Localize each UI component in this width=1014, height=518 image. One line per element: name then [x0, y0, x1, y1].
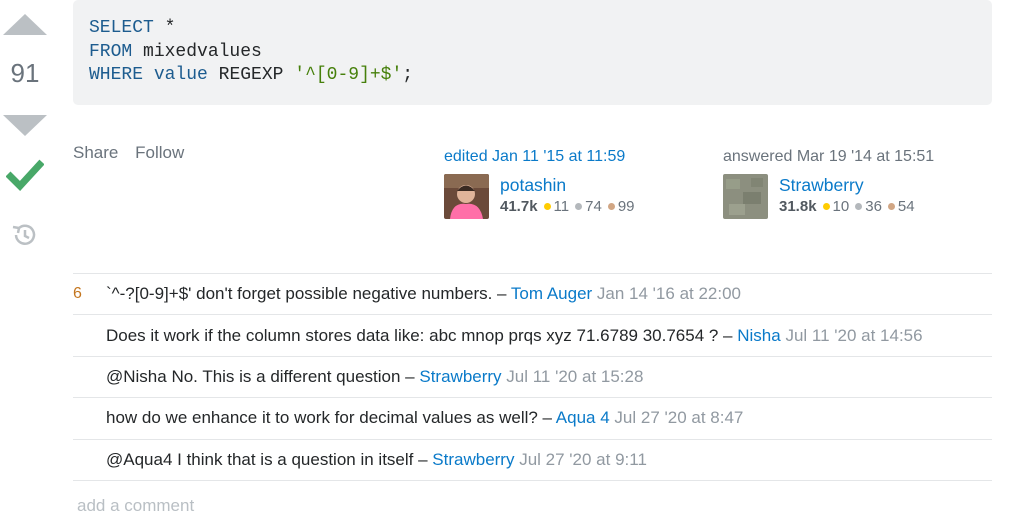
code-keyword: WHERE — [89, 65, 144, 85]
silver-badges: 74 — [575, 198, 602, 215]
author-stats: 31.8k 10 36 54 — [779, 198, 921, 215]
comment-text: @Nisha No. This is a different question … — [106, 366, 420, 386]
comment-date[interactable]: Jan 14 '16 at 22:00 — [597, 284, 741, 303]
comment: 6 `^-?[0-9]+$' don't forget possible neg… — [73, 274, 992, 316]
code-line-1: SELECT * — [89, 17, 976, 41]
comment-user-link[interactable]: Tom Auger — [511, 284, 592, 303]
silver-badges: 36 — [855, 198, 882, 215]
gold-badges: 10 — [822, 198, 850, 215]
comment-date[interactable]: Jul 11 '20 at 15:28 — [506, 367, 643, 386]
comment-text: Does it work if the column stores data l… — [106, 325, 738, 345]
silver-badge-count: 36 — [865, 198, 882, 215]
add-comment-link[interactable]: add a comment — [77, 496, 194, 516]
editor-avatar[interactable] — [444, 174, 489, 219]
edited-time-link[interactable]: edited Jan 11 '15 at 11:59 — [444, 148, 704, 170]
downvote-arrow-icon[interactable] — [3, 115, 47, 136]
comment: Does it work if the column stores data l… — [73, 315, 992, 357]
comment-text: @Aqua4 I think that is a question in its… — [106, 449, 433, 469]
gold-badges: 11 — [543, 198, 570, 215]
code-line-3: WHERE value REGEXP '^[0-9]+$'; — [89, 64, 976, 88]
follow-link[interactable]: Follow — [135, 143, 184, 162]
comment: @Aqua4 I think that is a question in its… — [73, 440, 992, 481]
code-line-2: FROM mixedvalues — [89, 41, 976, 65]
bronze-badge-icon — [607, 202, 615, 210]
code-keyword: SELECT — [89, 18, 154, 38]
reputation-score: 31.8k — [779, 198, 817, 215]
comments-list: 6 `^-?[0-9]+$' don't forget possible neg… — [73, 273, 992, 481]
editor-signature: edited Jan 11 '15 at 11:59 potashin 41.7… — [444, 148, 704, 219]
editor-username-link[interactable]: potashin — [500, 174, 641, 196]
gold-badge-icon — [543, 202, 551, 210]
comment-user-link[interactable]: Strawberry — [419, 367, 501, 386]
reputation-score: 41.7k — [500, 198, 538, 215]
comment-user-link[interactable]: Aqua 4 — [556, 408, 610, 427]
history-icon[interactable] — [10, 221, 38, 249]
editor-user-card: potashin 41.7k 11 74 99 — [444, 174, 704, 219]
bronze-badges: 99 — [607, 198, 635, 215]
silver-badge-count: 74 — [585, 198, 602, 215]
gold-badge-count: 10 — [832, 198, 850, 215]
comment-text: `^-?[0-9]+$' don't forget possible negat… — [106, 284, 511, 304]
code-string: '^[0-9]+$' — [294, 65, 403, 85]
bronze-badge-count: 99 — [617, 198, 635, 215]
author-user-card: Strawberry 31.8k 10 36 54 — [723, 174, 983, 219]
code-text: * — [153, 18, 176, 38]
comment-text: how do we enhance it to work for decimal… — [106, 408, 556, 428]
comment-date[interactable]: Jul 27 '20 at 8:47 — [614, 408, 743, 427]
accepted-checkmark-icon — [6, 159, 44, 192]
editor-stats: 41.7k 11 74 99 — [500, 198, 641, 215]
answered-time: answered Mar 19 '14 at 15:51 — [723, 148, 935, 165]
author-username-link[interactable]: Strawberry — [779, 174, 921, 196]
bronze-badge-icon — [887, 202, 895, 210]
bronze-badge-count: 54 — [897, 198, 915, 215]
silver-badge-icon — [855, 202, 863, 210]
code-keyword: value — [153, 65, 208, 85]
gold-badge-count: 11 — [553, 198, 570, 215]
silver-badge-icon — [575, 202, 583, 210]
code-block: SELECT * FROM mixedvalues WHERE value RE… — [73, 0, 992, 105]
comment-user-link[interactable]: Nisha — [737, 326, 780, 345]
code-keyword: FROM — [89, 41, 133, 62]
code-text: mixedvalues — [132, 41, 262, 62]
comment-score: 6 — [73, 285, 82, 303]
code-text: ; — [402, 65, 414, 85]
comment: how do we enhance it to work for decimal… — [73, 398, 992, 440]
vote-count: 91 — [10, 58, 40, 88]
bronze-badges: 54 — [887, 198, 915, 215]
post-actions: Share Follow — [73, 143, 196, 163]
upvote-arrow-icon[interactable] — [3, 14, 47, 35]
author-signature: answered Mar 19 '14 at 15:51 Strawberry … — [723, 148, 983, 219]
comment-user-link[interactable]: Strawberry — [432, 450, 514, 469]
gold-badge-icon — [822, 202, 830, 210]
author-avatar[interactable] — [723, 174, 768, 219]
comment: @Nisha No. This is a different question … — [73, 357, 992, 399]
comment-date[interactable]: Jul 27 '20 at 9:11 — [519, 450, 647, 469]
share-link[interactable]: Share — [73, 143, 118, 162]
code-text: REGEXP — [207, 65, 295, 85]
comment-date[interactable]: Jul 11 '20 at 14:56 — [785, 326, 922, 345]
